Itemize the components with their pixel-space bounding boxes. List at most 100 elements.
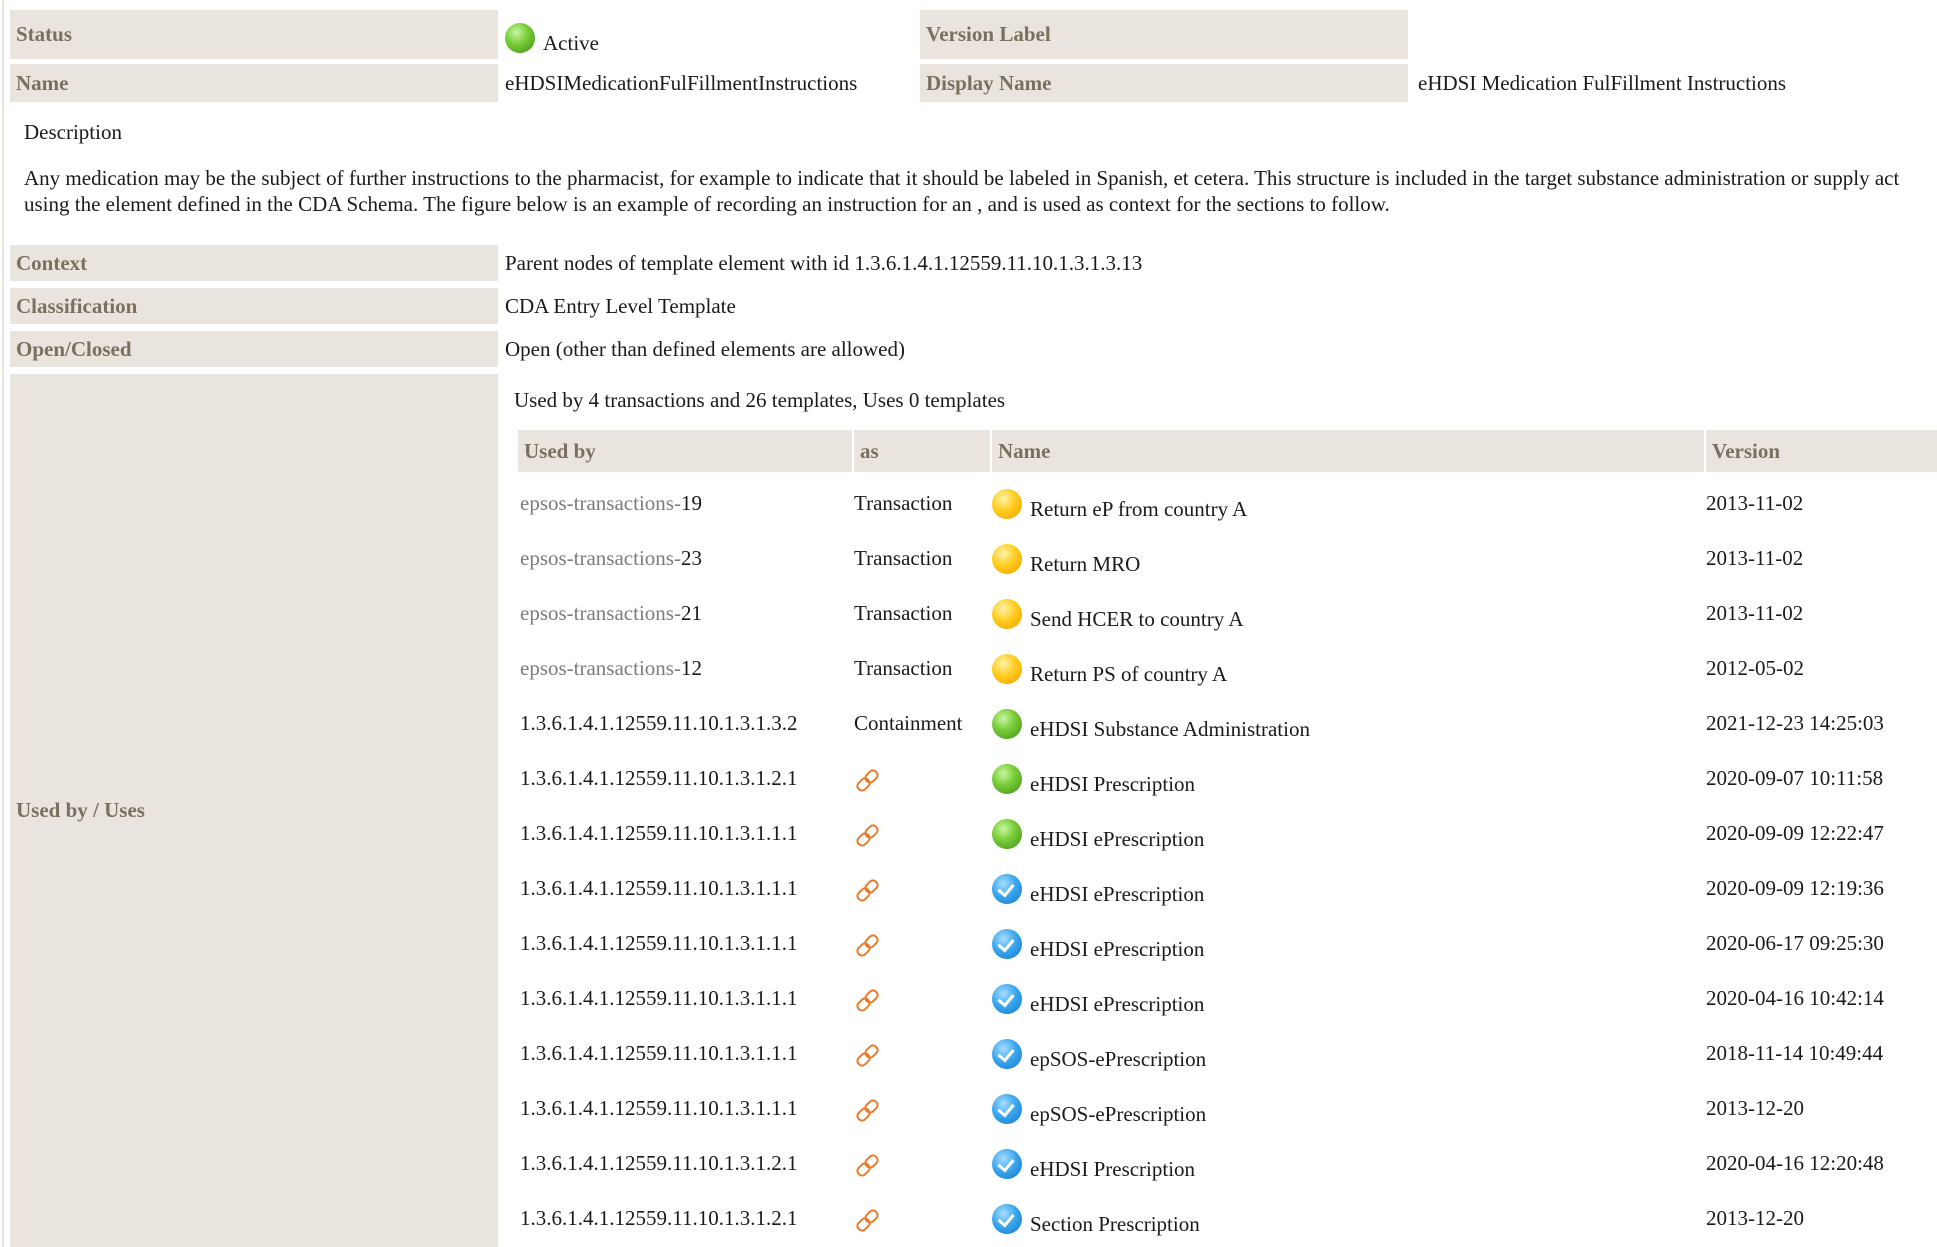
name-cell: eHDSI ePrescription xyxy=(992,916,1204,971)
as-cell: Transaction xyxy=(854,601,953,625)
open-closed-value: Open (other than defined elements are al… xyxy=(505,336,905,361)
used-by-cell: 1.3.6.1.4.1.12559.11.10.1.3.1.1.1 xyxy=(520,971,797,1026)
usage-row: 1.3.6.1.4.1.12559.11.10.1.3.1.1.1 epSOS-… xyxy=(514,1081,1924,1136)
status-label: Status xyxy=(10,10,498,59)
usage-row: epsos-transactions- 19 Transaction Return… xyxy=(514,476,1924,531)
version-cell: 2020-09-09 12:19:36 xyxy=(1706,876,1884,900)
link-icon[interactable] xyxy=(854,1096,881,1124)
row-name: Section Prescription xyxy=(1030,1212,1200,1236)
used-by-id: 1.3.6.1.4.1.12559.11.10.1.3.1.1.1 xyxy=(520,876,798,900)
used-by-id[interactable]: 21 xyxy=(681,601,702,626)
used-by-id[interactable]: 23 xyxy=(681,546,702,571)
usage-row: 1.3.6.1.4.1.12559.11.10.1.3.1.2.1 eHDSI … xyxy=(514,751,1924,806)
name-label: Name xyxy=(10,64,498,102)
name-cell: epSOS-ePrescription xyxy=(992,1026,1206,1081)
row-name: Return eP from country A xyxy=(1030,497,1248,521)
row-name: eHDSI ePrescription xyxy=(1030,992,1205,1016)
used-by-prefix[interactable]: epsos-transactions- xyxy=(520,601,681,626)
display-name-label: Display Name xyxy=(920,64,1408,102)
usage-row: 1.3.6.1.4.1.12559.11.10.1.3.1.1.1 eHDSI … xyxy=(514,971,1924,1026)
used-by-cell[interactable]: epsos-transactions- 23 xyxy=(520,531,702,586)
used-by-id: 1.3.6.1.4.1.12559.11.10.1.3.1.1.1 xyxy=(520,821,798,845)
col-name: Name xyxy=(992,430,1704,472)
link-icon[interactable] xyxy=(854,766,881,794)
as-cell xyxy=(854,751,881,806)
yellow-status-icon xyxy=(992,488,1022,519)
usage-row: 1.3.6.1.4.1.12559.11.10.1.3.1.1.1 epSOS-… xyxy=(514,1026,1924,1081)
as-cell xyxy=(854,971,881,1026)
used-by-id: 1.3.6.1.4.1.12559.11.10.1.3.1.3.2 xyxy=(520,711,798,735)
name-cell: Section Prescription xyxy=(992,1191,1200,1246)
used-by-cell: 1.3.6.1.4.1.12559.11.10.1.3.1.2.1 xyxy=(520,1191,797,1246)
used-by-cell: 1.3.6.1.4.1.12559.11.10.1.3.1.1.1 xyxy=(520,806,797,861)
usage-row: 1.3.6.1.4.1.12559.11.10.1.3.1.1.1 eHDSI … xyxy=(514,916,1924,971)
used-by-id: 1.3.6.1.4.1.12559.11.10.1.3.1.2.1 xyxy=(520,1206,798,1230)
left-border xyxy=(2,0,4,1247)
link-icon[interactable] xyxy=(854,1206,881,1234)
as-cell xyxy=(854,1026,881,1081)
used-by-cell[interactable]: epsos-transactions- 12 xyxy=(520,641,702,696)
yellow-status-icon xyxy=(992,653,1022,684)
link-icon[interactable] xyxy=(854,821,881,849)
link-icon[interactable] xyxy=(854,986,881,1014)
version-cell: 2020-09-09 12:22:47 xyxy=(1706,821,1884,845)
link-icon[interactable] xyxy=(854,1151,881,1179)
link-icon[interactable] xyxy=(854,931,881,959)
used-by-cell[interactable]: epsos-transactions- 19 xyxy=(520,476,702,531)
row-name: eHDSI ePrescription xyxy=(1030,937,1205,961)
row-name: Return MRO xyxy=(1030,552,1141,576)
context-value: Parent nodes of template element with id… xyxy=(505,250,1143,275)
as-cell xyxy=(854,1191,881,1246)
yellow-status-icon xyxy=(992,598,1022,629)
used-by-id[interactable]: 12 xyxy=(681,656,702,681)
version-cell: 2020-09-07 10:11:58 xyxy=(1706,766,1884,790)
version-cell: 2013-11-02 xyxy=(1706,491,1804,515)
used-by-cell: 1.3.6.1.4.1.12559.11.10.1.3.1.3.2 xyxy=(520,696,797,751)
blue-check-icon xyxy=(992,1203,1022,1234)
used-by-id[interactable]: 19 xyxy=(681,491,702,516)
row-name: eHDSI ePrescription xyxy=(1030,827,1205,851)
link-icon[interactable] xyxy=(854,1041,881,1069)
green-status-icon xyxy=(992,708,1022,739)
usage-row: 1.3.6.1.4.1.12559.11.10.1.3.1.1.1 eHDSI … xyxy=(514,861,1924,916)
usage-label: Used by / Uses xyxy=(10,374,498,1247)
used-by-id: 1.3.6.1.4.1.12559.11.10.1.3.1.1.1 xyxy=(520,931,798,955)
name-cell: eHDSI Substance Administration xyxy=(992,696,1310,751)
used-by-cell[interactable]: epsos-transactions- 21 xyxy=(520,586,702,641)
name-cell: eHDSI Prescription xyxy=(992,1136,1195,1191)
version-cell: 2021-12-23 14:25:03 xyxy=(1706,711,1884,735)
green-status-icon xyxy=(992,818,1022,849)
col-used-by: Used by xyxy=(518,430,852,472)
usage-row: epsos-transactions- 12 Transaction Return… xyxy=(514,641,1924,696)
used-by-prefix[interactable]: epsos-transactions- xyxy=(520,656,681,681)
link-icon[interactable] xyxy=(854,876,881,904)
usage-row: epsos-transactions- 21 Transaction Send H… xyxy=(514,586,1924,641)
classification-label: Classification xyxy=(10,288,498,324)
version-cell: 2013-12-20 xyxy=(1706,1096,1804,1120)
as-cell xyxy=(854,1081,881,1136)
col-as: as xyxy=(854,430,990,472)
blue-check-icon xyxy=(992,928,1022,959)
used-by-cell: 1.3.6.1.4.1.12559.11.10.1.3.1.1.1 xyxy=(520,1026,797,1081)
name-cell: Send HCER to country A xyxy=(992,586,1244,641)
usage-row: 1.3.6.1.4.1.12559.11.10.1.3.1.2.1 Sectio… xyxy=(514,1191,1924,1246)
name-cell: Return MRO xyxy=(992,531,1140,586)
used-by-prefix[interactable]: epsos-transactions- xyxy=(520,491,681,516)
usage-row: 1.3.6.1.4.1.12559.11.10.1.3.1.1.1 eHDSI … xyxy=(514,806,1924,861)
used-by-id: 1.3.6.1.4.1.12559.11.10.1.3.1.1.1 xyxy=(520,986,798,1010)
used-by-cell: 1.3.6.1.4.1.12559.11.10.1.3.1.1.1 xyxy=(520,916,797,971)
as-cell xyxy=(854,916,881,971)
used-by-id: 1.3.6.1.4.1.12559.11.10.1.3.1.1.1 xyxy=(520,1041,798,1065)
blue-check-icon xyxy=(992,1093,1022,1124)
used-by-prefix[interactable]: epsos-transactions- xyxy=(520,546,681,571)
version-cell: 2012-05-02 xyxy=(1706,656,1804,680)
blue-check-icon xyxy=(992,1148,1022,1179)
row-name: epSOS-ePrescription xyxy=(1030,1047,1207,1071)
used-by-id: 1.3.6.1.4.1.12559.11.10.1.3.1.2.1 xyxy=(520,766,798,790)
used-by-cell: 1.3.6.1.4.1.12559.11.10.1.3.1.2.1 xyxy=(520,1136,797,1191)
name-cell: Return eP from country A xyxy=(992,476,1247,531)
yellow-status-icon xyxy=(992,543,1022,574)
status-value: Active xyxy=(505,10,599,65)
col-version: Version xyxy=(1706,430,1937,472)
as-cell xyxy=(854,806,881,861)
